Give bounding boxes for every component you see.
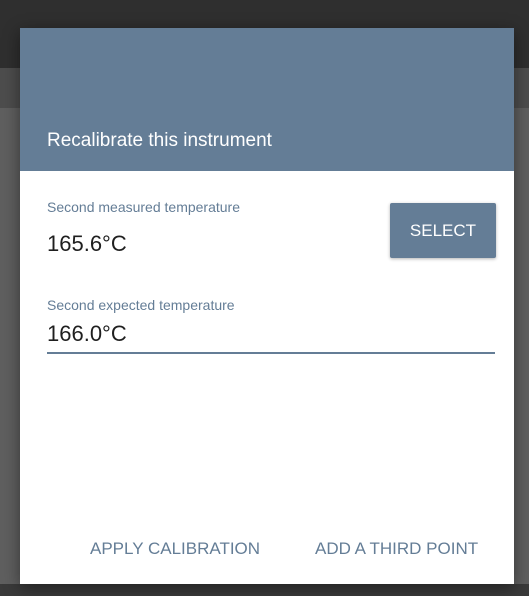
expected-temperature-input[interactable]	[47, 320, 495, 354]
select-button[interactable]: SELECT	[390, 203, 496, 258]
add-third-point-button[interactable]: ADD A THIRD POINT	[315, 534, 478, 564]
measured-temperature-value: 165.6°C	[47, 231, 127, 256]
expected-temperature-label: Second expected temperature	[47, 297, 235, 313]
recalibrate-dialog: Recalibrate this instrument Second measu…	[20, 28, 514, 584]
dialog-title: Recalibrate this instrument	[47, 130, 272, 151]
apply-calibration-button[interactable]: APPLY CALIBRATION	[90, 534, 260, 564]
background-footer	[0, 584, 529, 596]
dialog-header: Recalibrate this instrument	[20, 28, 514, 171]
measured-temperature-label: Second measured temperature	[47, 199, 240, 215]
